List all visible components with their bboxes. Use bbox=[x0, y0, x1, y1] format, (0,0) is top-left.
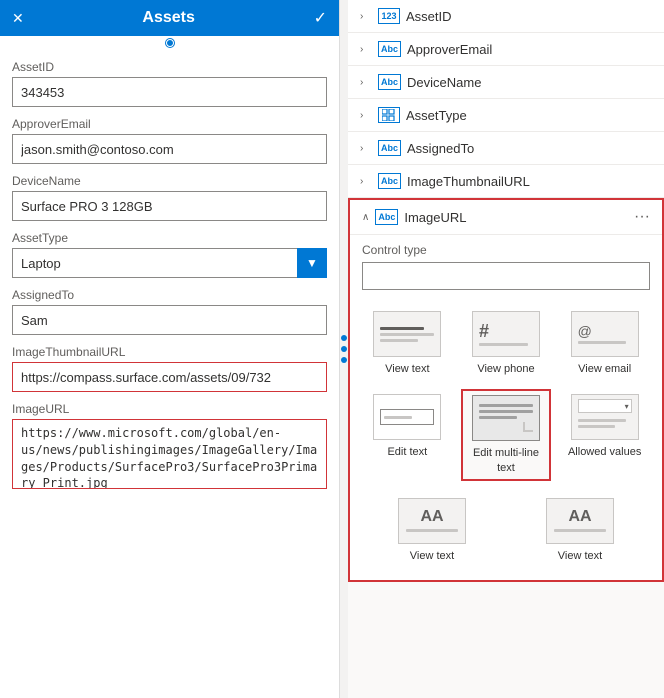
dropdown-sim: ▾ bbox=[578, 399, 632, 413]
field-imagethumbnailurl: ImageThumbnailURL bbox=[12, 345, 327, 392]
control-view-phone[interactable]: # View phone bbox=[461, 306, 552, 381]
field-assettype: AssetType Laptop ▼ bbox=[12, 231, 327, 278]
panel-header: ✕ Assets ✓ bbox=[0, 0, 339, 36]
hash-icon: # bbox=[479, 322, 489, 340]
edit-multiline-icon bbox=[472, 395, 540, 441]
label-assignedto: AssignedTo bbox=[12, 288, 327, 302]
view-text-large-icon-1: AA bbox=[398, 498, 466, 544]
field-assetid: AssetID bbox=[12, 60, 327, 107]
control-view-text[interactable]: View text bbox=[362, 306, 453, 381]
field-list: › 123 AssetID › Abc ApproverEmail › Abc … bbox=[348, 0, 664, 198]
type-badge-assignedto: Abc bbox=[378, 140, 401, 156]
label-imageurl: ImageURL bbox=[12, 402, 327, 416]
field-approveremail: ApproverEmail bbox=[12, 117, 327, 164]
control-allowed-values[interactable]: ▾ Allowed values bbox=[559, 389, 650, 481]
field-name-devicename: DeviceName bbox=[407, 75, 652, 90]
list-item-devicename[interactable]: › Abc DeviceName bbox=[348, 66, 664, 99]
control-view-email-label: View email bbox=[578, 362, 631, 376]
label-imagethumbnailurl: ImageThumbnailURL bbox=[12, 345, 327, 359]
control-type-section: Control type bbox=[350, 235, 662, 298]
chevron-icon: › bbox=[360, 143, 372, 154]
control-type-input[interactable] bbox=[362, 262, 650, 290]
aa-text-icon-2: AA bbox=[568, 509, 591, 525]
expanded-section-title: ImageURL bbox=[404, 210, 628, 225]
control-edit-text-label: Edit text bbox=[387, 445, 427, 459]
view-phone-icon: # bbox=[472, 311, 540, 357]
control-type-label: Control type bbox=[362, 243, 650, 257]
field-assignedto: AssignedTo bbox=[12, 288, 327, 335]
label-assetid: AssetID bbox=[12, 60, 327, 74]
field-name-imagethumbnailurl: ImageThumbnailURL bbox=[407, 174, 652, 189]
label-devicename: DeviceName bbox=[12, 174, 327, 188]
check-icon[interactable]: ✓ bbox=[314, 8, 327, 28]
control-view-text-large-2[interactable]: AA View text bbox=[510, 493, 650, 568]
view-text-icon bbox=[373, 311, 441, 357]
allowed-values-icon: ▾ bbox=[571, 394, 639, 440]
chevron-icon: › bbox=[360, 176, 372, 187]
field-devicename: DeviceName bbox=[12, 174, 327, 221]
expand-chevron-icon[interactable]: ∧ bbox=[362, 212, 369, 223]
chevron-icon: › bbox=[360, 77, 372, 88]
expanded-header: ∧ Abc ImageURL ··· bbox=[350, 200, 662, 235]
type-badge-imagethumbnailurl: Abc bbox=[378, 173, 401, 189]
control-view-text-label: View text bbox=[385, 362, 429, 376]
panel-body: AssetID ApproverEmail DeviceName AssetTy… bbox=[0, 50, 339, 698]
more-options-icon[interactable]: ··· bbox=[634, 208, 650, 226]
label-approveremail: ApproverEmail bbox=[12, 117, 327, 131]
control-view-text-large-1[interactable]: AA View text bbox=[362, 493, 502, 568]
aa-text-icon-1: AA bbox=[420, 509, 443, 525]
chevron-icon: › bbox=[360, 44, 372, 55]
type-badge-devicename: Abc bbox=[378, 74, 401, 90]
field-name-approveremail: ApproverEmail bbox=[407, 42, 652, 57]
view-email-icon: @ bbox=[571, 311, 639, 357]
panel-title: Assets bbox=[142, 9, 194, 27]
control-view-text-large-label-2: View text bbox=[558, 549, 602, 563]
type-badge-approveremail: Abc bbox=[378, 41, 401, 57]
control-allowed-values-label: Allowed values bbox=[568, 445, 641, 459]
chevron-icon: › bbox=[360, 110, 372, 121]
control-grid: View text # View phone @ View bbox=[350, 298, 662, 493]
select-assettype[interactable]: Laptop bbox=[12, 248, 327, 278]
textarea-imageurl[interactable]: https://www.microsoft.com/global/en-us/n… bbox=[12, 419, 327, 489]
field-imageurl: ImageURL https://www.microsoft.com/globa… bbox=[12, 402, 327, 489]
field-name-assignedto: AssignedTo bbox=[407, 141, 652, 156]
chevron-icon: › bbox=[360, 11, 372, 22]
close-icon[interactable]: ✕ bbox=[12, 10, 24, 27]
input-imagethumbnailurl[interactable] bbox=[12, 362, 327, 392]
control-view-email[interactable]: @ View email bbox=[559, 306, 650, 381]
list-item-imagethumbnailurl[interactable]: › Abc ImageThumbnailURL bbox=[348, 165, 664, 198]
input-assignedto[interactable] bbox=[12, 305, 327, 335]
left-panel: ✕ Assets ✓ AssetID ApproverEmail bbox=[0, 0, 340, 698]
type-badge-imageurl-expanded: Abc bbox=[375, 209, 398, 225]
field-name-assetid: AssetID bbox=[406, 9, 652, 24]
label-assettype: AssetType bbox=[12, 231, 327, 245]
list-item-approveremail[interactable]: › Abc ApproverEmail bbox=[348, 33, 664, 66]
control-view-phone-label: View phone bbox=[477, 362, 534, 376]
input-approveremail[interactable] bbox=[12, 134, 327, 164]
header-left-icons: ✕ bbox=[12, 10, 24, 27]
list-item-assignedto[interactable]: › Abc AssignedTo bbox=[348, 132, 664, 165]
control-view-text-large-label-1: View text bbox=[410, 549, 454, 563]
select-wrapper-assettype: Laptop ▼ bbox=[12, 248, 327, 278]
expanded-imageurl-section: ∧ Abc ImageURL ··· Control type bbox=[348, 198, 664, 582]
at-icon: @ bbox=[578, 324, 592, 338]
input-assetid[interactable] bbox=[12, 77, 327, 107]
header-right-icons: ✓ bbox=[314, 8, 327, 28]
list-item-assettype[interactable]: › AssetType bbox=[348, 99, 664, 132]
bottom-controls-row: AA View text AA View text bbox=[350, 493, 662, 580]
control-edit-multiline-label: Edit multi-line text bbox=[467, 446, 546, 475]
edit-text-icon bbox=[373, 394, 441, 440]
right-panel: › 123 AssetID › Abc ApproverEmail › Abc … bbox=[348, 0, 664, 698]
control-edit-text[interactable]: Edit text bbox=[362, 389, 453, 481]
field-name-assettype: AssetType bbox=[406, 108, 652, 123]
list-item-assetid[interactable]: › 123 AssetID bbox=[348, 0, 664, 33]
view-text-large-icon-2: AA bbox=[546, 498, 614, 544]
type-badge-assettype bbox=[378, 107, 400, 123]
type-badge-assetid: 123 bbox=[378, 8, 400, 24]
control-edit-multiline[interactable]: Edit multi-line text bbox=[461, 389, 552, 481]
input-devicename[interactable] bbox=[12, 191, 327, 221]
